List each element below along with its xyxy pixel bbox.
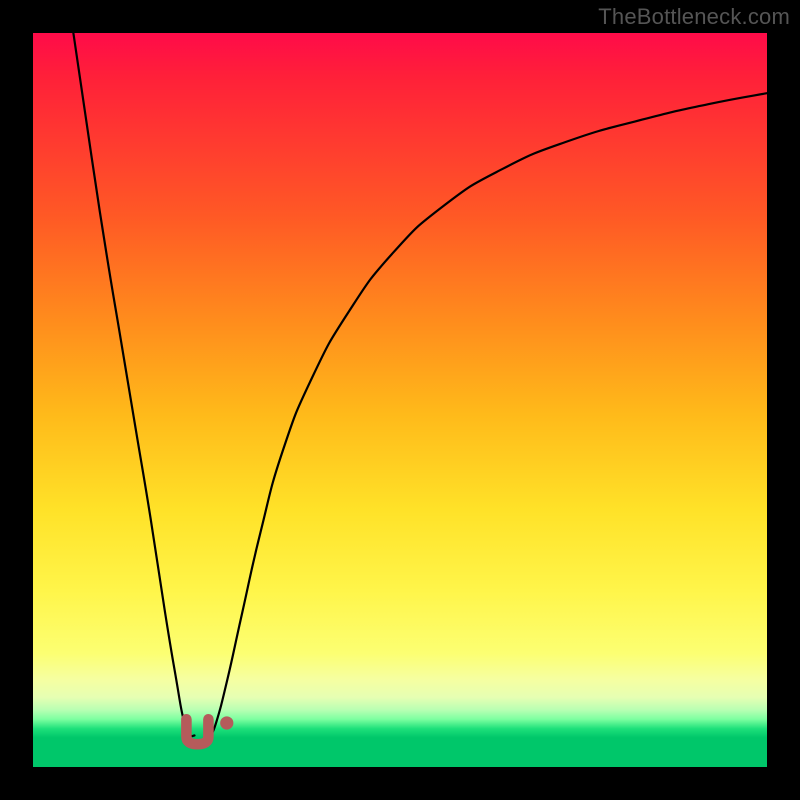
marker-dot bbox=[220, 716, 233, 729]
marker-u-blob bbox=[186, 719, 208, 744]
curve-right-branch bbox=[211, 93, 767, 735]
curve-left-branch bbox=[73, 33, 194, 736]
chart-plot-area bbox=[33, 33, 767, 767]
chart-markers bbox=[186, 716, 233, 744]
chart-svg bbox=[33, 33, 767, 767]
watermark-text: TheBottleneck.com bbox=[598, 4, 790, 30]
